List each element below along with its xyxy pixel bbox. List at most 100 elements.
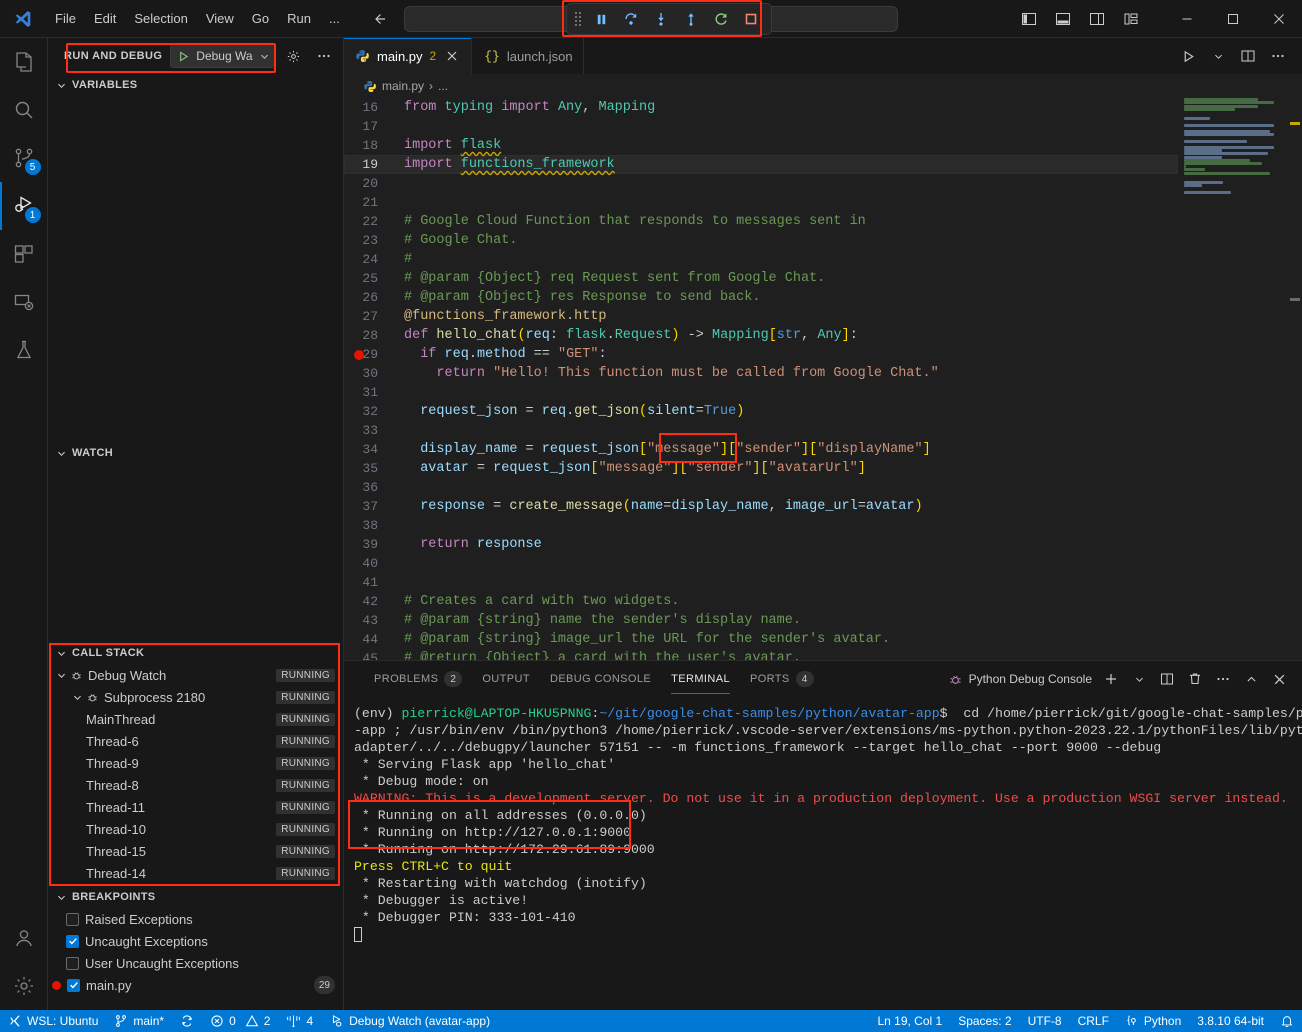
new-terminal-button[interactable]	[1098, 666, 1124, 692]
status-debug-session[interactable]: Debug Watch (avatar-app)	[321, 1010, 498, 1032]
step-out-button[interactable]	[677, 6, 705, 32]
chevron-down-icon[interactable]	[54, 670, 68, 681]
menu-selection[interactable]: Selection	[125, 7, 196, 30]
activity-item-source-control[interactable]: 5	[0, 134, 48, 182]
status-editor-position[interactable]: Ln 19, Col 1	[869, 1010, 950, 1032]
status-ports-forwarded[interactable]: 4	[278, 1010, 321, 1032]
breakpoint-checkbox[interactable]	[66, 913, 79, 926]
window-close-button[interactable]	[1256, 0, 1302, 38]
breakpoint-checkbox[interactable]	[66, 935, 79, 948]
code-line[interactable]: 29 if req.method == "GET":	[344, 345, 1178, 364]
run-python-file-button[interactable]	[1174, 42, 1202, 70]
activity-item-remote-explorer[interactable]	[0, 278, 48, 326]
code-line[interactable]: 22# Google Cloud Function that responds …	[344, 212, 1178, 231]
code-line[interactable]: 26# @param {Object} res Response to send…	[344, 288, 1178, 307]
code-line[interactable]: 25# @param {Object} req Request sent fro…	[344, 269, 1178, 288]
status-problems[interactable]: 0 2	[202, 1010, 278, 1032]
code-line[interactable]: 42# Creates a card with two widgets.	[344, 592, 1178, 611]
activity-item-testing[interactable]	[0, 326, 48, 374]
step-into-button[interactable]	[647, 6, 675, 32]
code-lines[interactable]: 16from typing import Any, Mapping1718imp…	[344, 98, 1178, 660]
code-line[interactable]: 31	[344, 383, 1178, 402]
code-line[interactable]: 28def hello_chat(req: flask.Request) -> …	[344, 326, 1178, 345]
pause-button[interactable]	[587, 6, 615, 32]
toggle-secondary-sidebar-icon[interactable]	[1082, 5, 1112, 33]
activity-item-accounts[interactable]	[0, 914, 48, 962]
maximize-panel-chevron-up-icon[interactable]	[1238, 666, 1264, 692]
code-line[interactable]: 19import functions_framework	[344, 155, 1178, 174]
terminal-output[interactable]: (env) pierrick@LAPTOP-HKU5PNNG:~/git/goo…	[344, 697, 1302, 1010]
restart-button[interactable]	[707, 6, 735, 32]
code-line[interactable]: 30 return "Hello! This function must be …	[344, 364, 1178, 383]
code-line[interactable]: 21	[344, 193, 1178, 212]
run-options-chevron-down-icon[interactable]	[1204, 42, 1232, 70]
code-line[interactable]: 27@functions_framework.http	[344, 307, 1178, 326]
code-line[interactable]: 45# @return {Object} a card with the use…	[344, 649, 1178, 660]
code-line[interactable]: 44# @param {string} image_url the URL fo…	[344, 630, 1178, 649]
code-line[interactable]: 24#	[344, 250, 1178, 269]
code-line[interactable]: 23# Google Chat.	[344, 231, 1178, 250]
call-stack-section-header[interactable]: CALL STACK	[48, 642, 343, 664]
kill-terminal-trash-icon[interactable]	[1182, 666, 1208, 692]
panel-tab-problems[interactable]: PROBLEMS 2	[364, 661, 472, 697]
call-stack-row[interactable]: Thread-15RUNNING	[48, 840, 343, 862]
call-stack-row[interactable]: Subprocess 2180RUNNING	[48, 686, 343, 708]
go-back-icon[interactable]	[371, 11, 387, 27]
active-terminal-chip[interactable]: Python Debug Console	[948, 672, 1096, 687]
debug-toolbar[interactable]	[566, 3, 772, 35]
breakpoint-row[interactable]: Raised Exceptions	[48, 908, 343, 930]
code-line[interactable]: 40	[344, 554, 1178, 573]
overview-ruler[interactable]	[1288, 98, 1302, 660]
breadcrumb-symbol[interactable]: ...	[438, 79, 448, 93]
start-debugging-icon[interactable]	[177, 50, 190, 63]
call-stack-row[interactable]: Thread-6RUNNING	[48, 730, 343, 752]
tab-main-py[interactable]: main.py 2	[344, 38, 472, 74]
code-line[interactable]: 33	[344, 421, 1178, 440]
code-line[interactable]: 41	[344, 573, 1178, 592]
panel-tab-ports[interactable]: PORTS 4	[740, 661, 824, 697]
status-sync-changes[interactable]	[172, 1010, 202, 1032]
watch-section-header[interactable]: WATCH	[48, 442, 343, 464]
customize-layout-icon[interactable]	[1116, 5, 1146, 33]
code-line[interactable]: 39 return response	[344, 535, 1178, 554]
status-notifications[interactable]	[1272, 1010, 1302, 1032]
menu-more[interactable]: ...	[320, 7, 349, 30]
sidebar-more-actions-icon[interactable]	[313, 44, 335, 68]
debug-configuration-dropdown[interactable]: Debug Wa	[170, 44, 274, 68]
stop-button[interactable]	[737, 6, 765, 32]
breakpoint-row[interactable]: User Uncaught Exceptions	[48, 952, 343, 974]
status-remote-indicator[interactable]: WSL: Ubuntu	[0, 1010, 106, 1032]
menu-run[interactable]: Run	[278, 7, 320, 30]
call-stack-row[interactable]: Debug WatchRUNNING	[48, 664, 343, 686]
drag-handle-icon[interactable]	[573, 12, 585, 26]
code-line[interactable]: 16from typing import Any, Mapping	[344, 98, 1178, 117]
call-stack-row[interactable]: Thread-14RUNNING	[48, 862, 343, 884]
code-line[interactable]: 32 request_json = req.get_json(silent=Tr…	[344, 402, 1178, 421]
call-stack-row[interactable]: Thread-10RUNNING	[48, 818, 343, 840]
activity-item-run-and-debug[interactable]: 1	[0, 182, 48, 230]
panel-tab-output[interactable]: OUTPUT	[472, 661, 540, 697]
code-line[interactable]: 37 response = create_message(name=displa…	[344, 497, 1178, 516]
call-stack-row[interactable]: Thread-11RUNNING	[48, 796, 343, 818]
open-launch-json-gear-icon[interactable]	[283, 44, 305, 68]
call-stack-row[interactable]: Thread-8RUNNING	[48, 774, 343, 796]
close-icon[interactable]	[443, 47, 461, 65]
terminal-dropdown-chevron-down-icon[interactable]	[1126, 666, 1152, 692]
split-editor-button[interactable]	[1234, 42, 1262, 70]
split-terminal-button[interactable]	[1154, 666, 1180, 692]
breakpoint-row[interactable]: Uncaught Exceptions	[48, 930, 343, 952]
toggle-panel-icon[interactable]	[1048, 5, 1078, 33]
breadcrumb[interactable]: main.py › ...	[344, 74, 1302, 98]
breadcrumb-file[interactable]: main.py	[382, 79, 424, 93]
chevron-down-icon[interactable]	[259, 51, 270, 62]
status-eol[interactable]: CRLF	[1070, 1010, 1117, 1032]
editor-more-actions-icon[interactable]	[1264, 42, 1292, 70]
window-minimize-button[interactable]	[1164, 0, 1210, 38]
status-encoding[interactable]: UTF-8	[1020, 1010, 1070, 1032]
breakpoint-gutter-icon[interactable]	[354, 350, 364, 360]
code-line[interactable]: 43# @param {string} name the sender's di…	[344, 611, 1178, 630]
activity-item-explorer[interactable]	[0, 38, 48, 86]
code-line[interactable]: 34 display_name = request_json["message"…	[344, 440, 1178, 459]
code-line[interactable]: 36	[344, 478, 1178, 497]
code-line[interactable]: 35 avatar = request_json["message"]["sen…	[344, 459, 1178, 478]
